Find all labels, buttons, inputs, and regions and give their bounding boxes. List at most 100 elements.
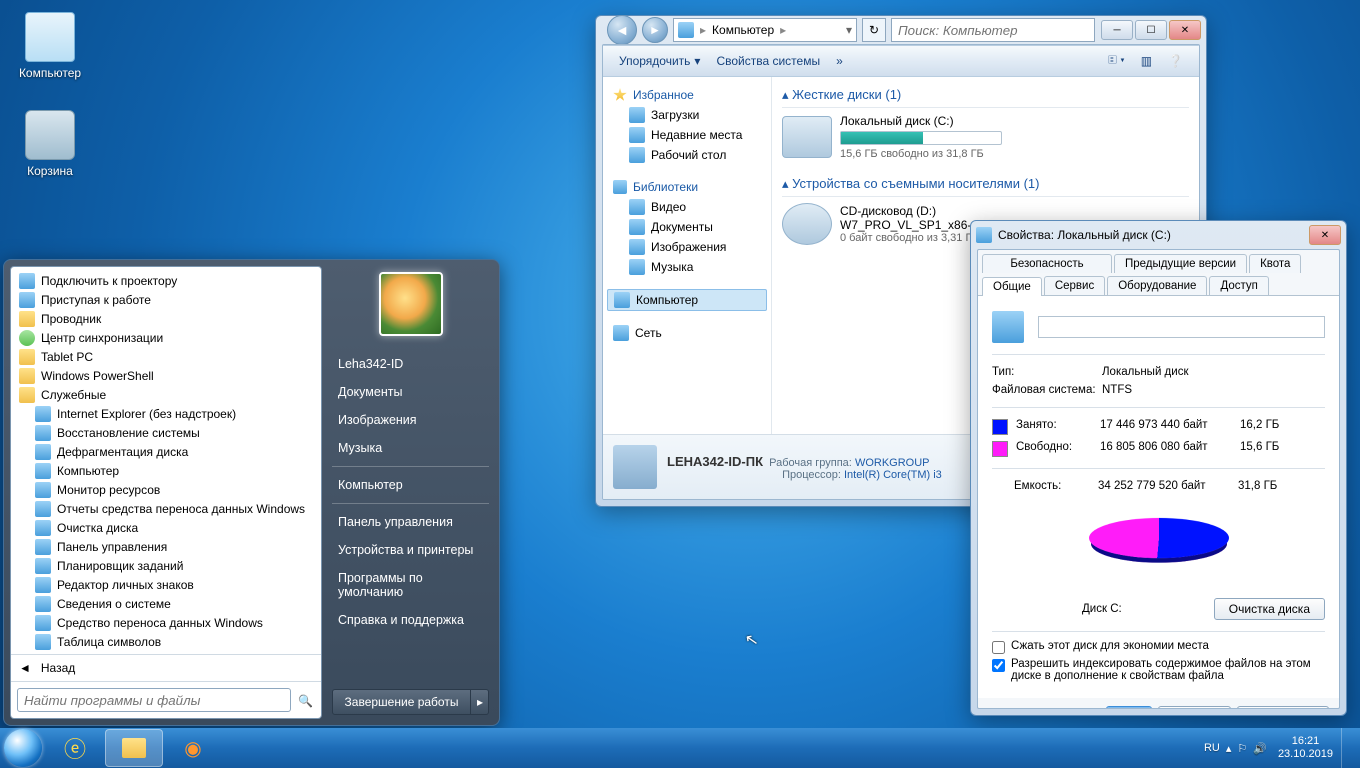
minimize-button[interactable]: ─	[1101, 20, 1133, 40]
properties-titlebar[interactable]: Свойства: Локальный диск (C:) ✕	[971, 221, 1346, 249]
tray-flag-icon[interactable]: ▴	[1226, 742, 1232, 755]
start-item[interactable]: Подключить к проектору	[13, 271, 319, 290]
organize-button[interactable]: Упорядочить ▾	[611, 50, 708, 72]
start-right-link[interactable]: Музыка	[332, 434, 489, 462]
nav-item-images[interactable]: Изображения	[607, 237, 767, 257]
help-button[interactable]: ❔	[1160, 50, 1191, 72]
nav-item-music[interactable]: Музыка	[607, 257, 767, 277]
tab-service[interactable]: Сервис	[1044, 276, 1105, 295]
start-item[interactable]: Таблица символов	[13, 632, 319, 651]
start-item[interactable]: Сведения о системе	[13, 594, 319, 613]
tray-action-icon[interactable]: ⚐	[1237, 742, 1247, 755]
compress-checkbox[interactable]: Сжать этот диск для экономии места	[992, 640, 1325, 654]
close-button[interactable]: ✕	[1309, 225, 1341, 245]
start-right-link[interactable]: Устройства и принтеры	[332, 536, 489, 564]
refresh-button[interactable]: ↻	[862, 18, 886, 42]
tab-quota[interactable]: Квота	[1249, 254, 1301, 273]
volume-label-input[interactable]	[1038, 316, 1325, 338]
drive-icon	[976, 227, 992, 243]
group-hdd[interactable]: ▴ Жесткие диски (1)	[782, 83, 1189, 108]
show-desktop-button[interactable]	[1341, 728, 1356, 768]
clock[interactable]: 16:21 23.10.2019	[1270, 735, 1341, 761]
close-button[interactable]: ✕	[1169, 20, 1201, 40]
drive-c[interactable]: Локальный диск (C:) 15,6 ГБ свободно из …	[782, 114, 1189, 160]
start-right-link[interactable]: Компьютер	[332, 471, 489, 499]
user-picture[interactable]	[379, 272, 443, 336]
start-item[interactable]: Отчеты средства переноса данных Windows	[13, 499, 319, 518]
start-item[interactable]: Приступая к работе	[13, 290, 319, 309]
ok-button[interactable]: ОК	[1106, 706, 1152, 709]
tab-sharing[interactable]: Доступ	[1209, 276, 1268, 295]
nav-item-docs[interactable]: Документы	[607, 217, 767, 237]
shutdown-options[interactable]: ▸	[471, 689, 489, 715]
nav-fwd-button[interactable]: ►	[642, 17, 668, 43]
nav-item-recent[interactable]: Недавние места	[607, 125, 767, 145]
nav-favorites[interactable]: Избранное	[607, 85, 767, 105]
taskbar-explorer[interactable]	[105, 729, 163, 767]
back-button[interactable]: ◄Назад	[11, 654, 321, 681]
nav-item-downloads[interactable]: Загрузки	[607, 105, 767, 125]
drive-icon	[782, 116, 832, 158]
nav-item-computer[interactable]: Компьютер	[607, 289, 767, 311]
address-bar[interactable]: ▸ Компьютер ▸ ▾	[673, 18, 857, 42]
desktop-icon-trash[interactable]: Корзина	[12, 110, 88, 178]
start-right-link[interactable]: Панель управления	[332, 508, 489, 536]
view-button[interactable]: 🗉 ▾	[1100, 47, 1133, 76]
overflow-button[interactable]: »	[828, 50, 851, 72]
tab-security[interactable]: Безопасность	[982, 254, 1112, 273]
start-item[interactable]: Компьютер	[13, 461, 319, 480]
start-right-link[interactable]: Программы по умолчанию	[332, 564, 489, 606]
start-item[interactable]: Редактор личных знаков	[13, 575, 319, 594]
start-item[interactable]: Windows PowerShell	[13, 366, 319, 385]
start-item[interactable]: Дефрагментация диска	[13, 442, 319, 461]
start-item[interactable]: Центр синхронизации	[13, 328, 319, 347]
start-item[interactable]: Служебные	[13, 385, 319, 404]
start-item[interactable]: Проводник	[13, 309, 319, 328]
usage-pie	[1074, 503, 1244, 593]
lang-indicator[interactable]: RU	[1204, 742, 1220, 754]
network-icon	[613, 325, 629, 341]
group-removable[interactable]: ▴ Устройства со съемными носителями (1)	[782, 172, 1189, 197]
start-item[interactable]: Средство переноса данных Windows	[13, 613, 319, 632]
desktop-icon-computer[interactable]: Компьютер	[12, 12, 88, 80]
start-item[interactable]: Монитор ресурсов	[13, 480, 319, 499]
index-checkbox[interactable]: Разрешить индексировать содержимое файло…	[992, 658, 1325, 682]
start-right-link[interactable]: Изображения	[332, 406, 489, 434]
start-item[interactable]: Tablet PC	[13, 347, 319, 366]
tab-previous[interactable]: Предыдущие версии	[1114, 254, 1247, 273]
start-item[interactable]: Очистка диска	[13, 518, 319, 537]
start-item[interactable]: Восстановление системы	[13, 423, 319, 442]
ie-icon: ⓔ	[64, 732, 86, 764]
start-right-link[interactable]: Справка и поддержка	[332, 606, 489, 634]
explorer-titlebar[interactable]: ◄ ► ▸ Компьютер ▸ ▾ ↻ ─ ☐ ✕	[596, 16, 1206, 44]
apply-button[interactable]: Применить	[1237, 706, 1329, 709]
start-right-link[interactable]: Документы	[332, 378, 489, 406]
tab-hardware[interactable]: Оборудование	[1107, 276, 1207, 295]
maximize-button[interactable]: ☐	[1135, 20, 1167, 40]
nav-back-button[interactable]: ◄	[607, 15, 637, 45]
start-item[interactable]: Планировщик заданий	[13, 556, 319, 575]
taskbar-wmp[interactable]: ◉	[165, 730, 221, 766]
breadcrumb[interactable]: Компьютер	[708, 23, 778, 37]
nav-item-network[interactable]: Сеть	[607, 323, 767, 343]
sysprops-button[interactable]: Свойства системы	[708, 50, 828, 72]
start-button[interactable]	[4, 729, 42, 767]
tab-general[interactable]: Общие	[982, 277, 1042, 296]
taskbar-ie[interactable]: ⓔ	[47, 730, 103, 766]
cancel-button[interactable]: Отмена	[1158, 706, 1231, 709]
nav-libraries[interactable]: Библиотеки	[607, 177, 767, 197]
cleanup-button[interactable]: Очистка диска	[1214, 598, 1325, 620]
nav-item-video[interactable]: Видео	[607, 197, 767, 217]
preview-button[interactable]: ▥	[1133, 50, 1160, 72]
nav-pane: Избранное Загрузки Недавние места Рабочи…	[603, 77, 772, 434]
shutdown-button[interactable]: Завершение работы	[332, 689, 471, 715]
start-item[interactable]: Панель управления	[13, 537, 319, 556]
start-item[interactable]: Internet Explorer (без надстроек)	[13, 404, 319, 423]
program-icon	[19, 349, 35, 365]
program-icon	[35, 577, 51, 593]
nav-item-desktop[interactable]: Рабочий стол	[607, 145, 767, 165]
search-input[interactable]	[891, 18, 1095, 42]
tray-volume-icon[interactable]: 🔊	[1253, 742, 1267, 755]
start-search-input[interactable]	[17, 688, 291, 712]
user-link[interactable]: Leha342-ID	[332, 350, 489, 378]
